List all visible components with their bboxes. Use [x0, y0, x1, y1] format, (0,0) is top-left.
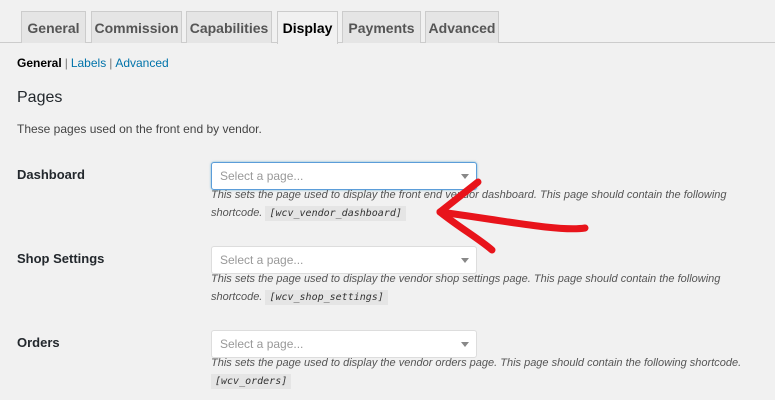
subnav-separator: | — [64, 56, 68, 70]
tab-general[interactable]: General — [21, 11, 86, 43]
section-title: Pages — [17, 89, 63, 106]
tab-advanced[interactable]: Advanced — [425, 11, 499, 43]
description-text: This sets the page used to display the f… — [211, 189, 727, 201]
subnav-separator: | — [109, 56, 113, 70]
subnav-advanced[interactable]: Advanced — [115, 56, 168, 70]
tab-payments[interactable]: Payments — [342, 11, 421, 43]
shop-settings-label: Shop Settings — [17, 251, 105, 266]
caret-down-icon — [461, 258, 469, 263]
section-intro: These pages used on the front end by ven… — [17, 122, 262, 136]
select-placeholder: Select a page... — [220, 169, 304, 183]
subnav-general[interactable]: General — [17, 56, 62, 70]
tab-capabilities[interactable]: Capabilities — [186, 11, 272, 43]
settings-tab-bar: General Commission Capabilities Display … — [0, 0, 775, 44]
dashboard-description: This sets the page used to display the f… — [211, 186, 751, 223]
shortcode-orders: [wcv_orders] — [211, 374, 292, 389]
caret-down-icon — [461, 342, 469, 347]
tab-commission[interactable]: Commission — [91, 11, 182, 43]
shortcode-dashboard: [wcv_vendor_dashboard] — [265, 206, 406, 221]
dashboard-label: Dashboard — [17, 167, 85, 182]
description-text: This sets the page used to display the v… — [211, 273, 721, 285]
subnav-labels[interactable]: Labels — [71, 56, 106, 70]
orders-description: This sets the page used to display the v… — [211, 354, 751, 391]
description-text: shortcode. — [211, 291, 263, 303]
shortcode-shop-settings: [wcv_shop_settings] — [265, 290, 388, 305]
select-placeholder: Select a page... — [220, 337, 304, 351]
tab-display[interactable]: Display — [277, 11, 338, 44]
description-text: shortcode. — [211, 207, 263, 219]
sub-navigation: General | Labels | Advanced — [17, 56, 169, 70]
select-placeholder: Select a page... — [220, 253, 304, 267]
caret-down-icon — [461, 174, 469, 179]
orders-label: Orders — [17, 335, 60, 350]
description-text: This sets the page used to display the v… — [211, 357, 742, 369]
shop-settings-description: This sets the page used to display the v… — [211, 270, 751, 307]
